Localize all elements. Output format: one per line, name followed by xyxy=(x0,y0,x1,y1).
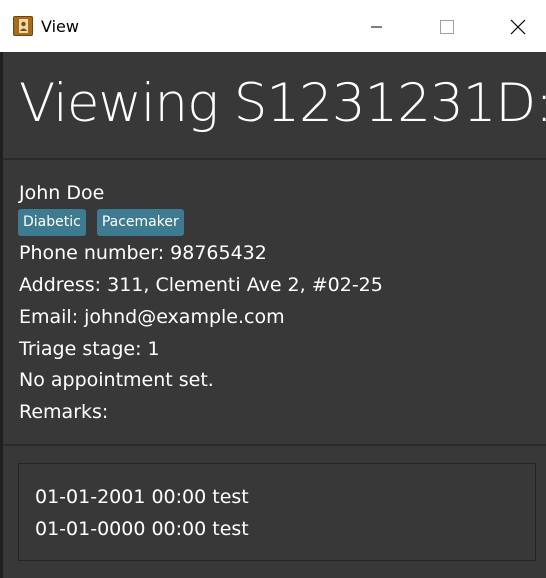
address: Address: 311, Clementi Ave 2, #02-25 xyxy=(19,274,383,296)
title-bar[interactable]: View xyxy=(0,0,546,52)
remarks: Remarks: xyxy=(19,401,109,423)
person-name: John Doe xyxy=(19,182,105,204)
appointment-list-panel: 01-01-2001 00:00 test 01-01-0000 00:00 t… xyxy=(3,446,546,578)
tag-list: Diabetic Pacemaker xyxy=(18,209,184,236)
email: Email: johnd@example.com xyxy=(19,306,285,328)
list-item[interactable]: 01-01-0000 00:00 test xyxy=(35,516,249,542)
window-title: View xyxy=(41,17,79,36)
tag-pacemaker: Pacemaker xyxy=(96,209,184,236)
close-button[interactable] xyxy=(494,0,540,52)
tag-diabetic: Diabetic xyxy=(18,209,86,236)
header-panel: Viewing S1231231D: xyxy=(3,52,546,158)
minimize-button[interactable] xyxy=(353,0,399,52)
contact-book-icon xyxy=(13,16,33,36)
list-item[interactable]: 01-01-2001 00:00 test xyxy=(35,484,249,510)
minimize-icon xyxy=(371,26,382,28)
triage-stage: Triage stage: 1 xyxy=(19,338,160,360)
view-window: View Viewing S1231231D: John Doe Diabeti… xyxy=(0,0,546,578)
appointment-list[interactable]: 01-01-2001 00:00 test 01-01-0000 00:00 t… xyxy=(18,463,536,561)
maximize-button[interactable] xyxy=(423,0,469,52)
maximize-icon xyxy=(440,20,454,34)
phone-number: Phone number: 98765432 xyxy=(19,242,267,264)
appointment-status: No appointment set. xyxy=(19,369,214,391)
page-title: Viewing S1231231D: xyxy=(19,73,546,134)
close-icon xyxy=(510,19,526,35)
person-details-panel: John Doe Diabetic Pacemaker Phone number… xyxy=(3,160,546,444)
